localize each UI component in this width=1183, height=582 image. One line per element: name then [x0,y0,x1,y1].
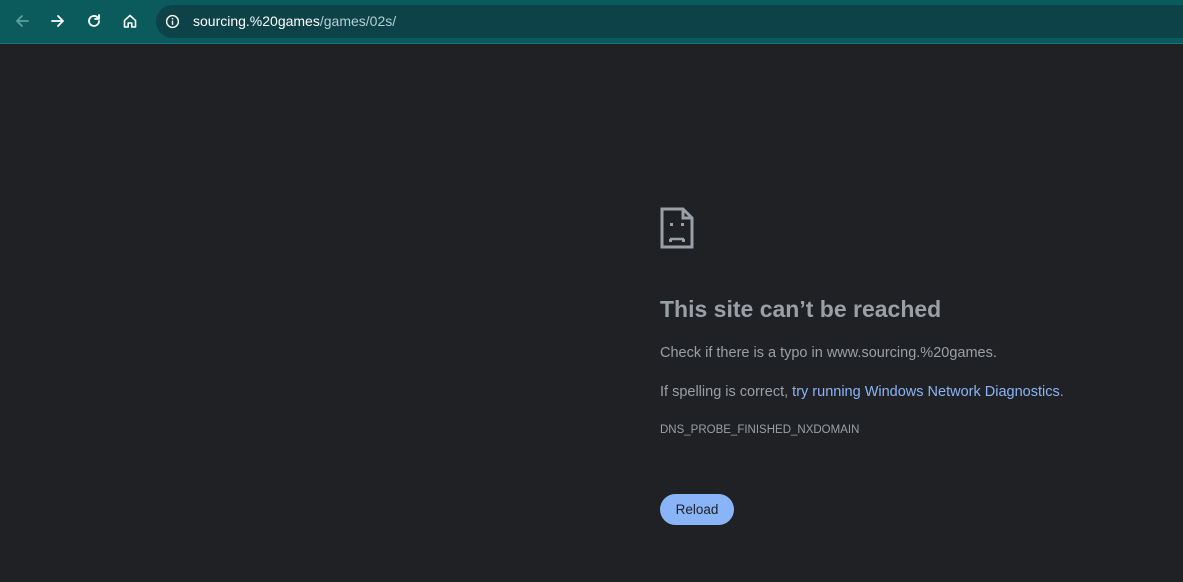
sad-page-icon [660,207,694,249]
error-title: This site can’t be reached [660,296,942,322]
error-code: DNS_PROBE_FINISHED_NXDOMAIN [660,424,860,436]
arrow-right-icon [51,15,64,27]
home-button[interactable] [115,6,145,36]
url-path: /games/02s/ [319,13,397,29]
back-button[interactable] [7,6,37,36]
spelling-prefix: If spelling is correct, [660,384,793,400]
reload-icon [88,14,100,27]
forward-button[interactable] [43,6,73,36]
info-icon[interactable] [163,12,182,31]
reload-page-button[interactable] [79,6,109,36]
reload-button[interactable]: Reload [660,494,734,525]
url-host: sourcing.%20games [193,13,320,29]
diagnostics-link[interactable]: try running Windows Network Diagnostics [792,384,1060,400]
address-bar[interactable]: sourcing.%20games/games/02s/ [156,5,1183,38]
home-icon [123,14,137,28]
typo-message: Check if there is a typo in www.sourcing… [660,345,997,361]
spelling-suffix: . [1059,384,1064,400]
arrow-left-icon [16,15,29,27]
url-text[interactable]: sourcing.%20games/games/02s/ [193,13,396,29]
spelling-message: If spelling is correct, try running Wind… [660,384,1064,400]
browser-toolbar: sourcing.%20games/games/02s/ [0,0,1183,44]
